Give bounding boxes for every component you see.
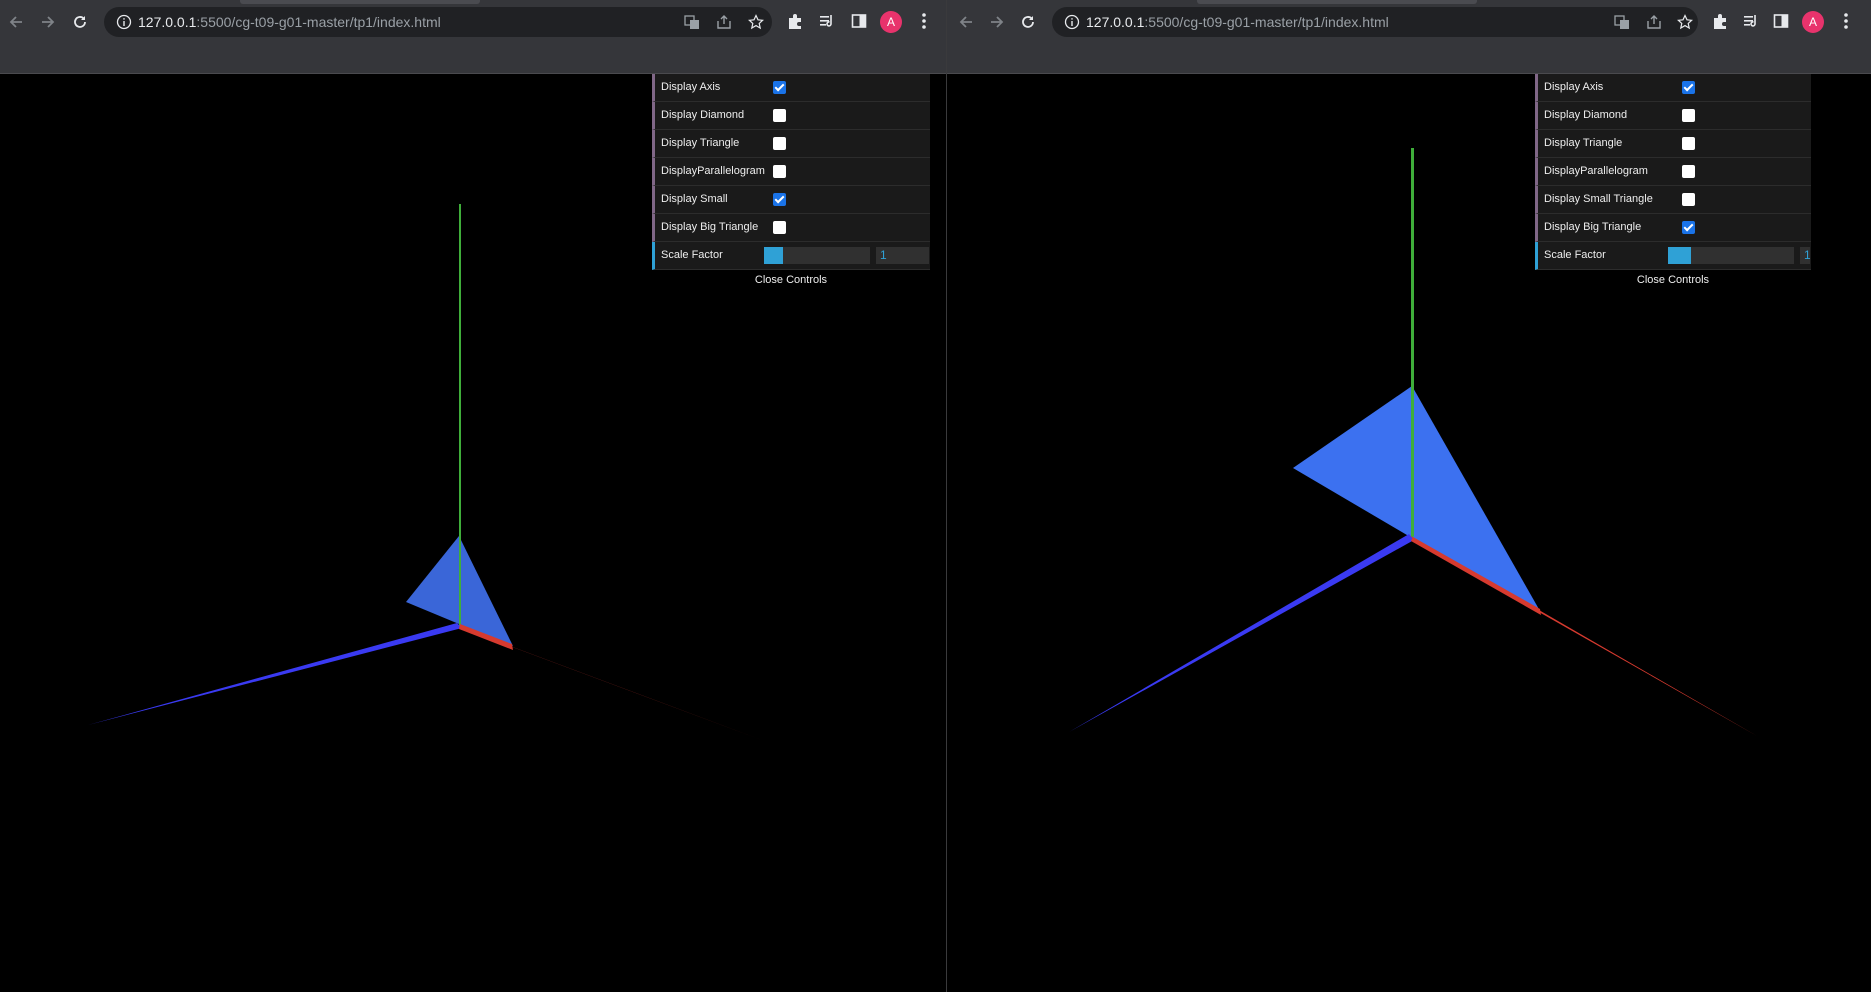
back-icon[interactable] (4, 10, 28, 34)
url-path: :5500/cg-t09-g01-master/tp1/index.html (196, 14, 441, 30)
control-row-display-parallelogram: DisplayParallelogram (1535, 158, 1811, 186)
control-label: Display Diamond (661, 109, 745, 121)
display-big-triangle-checkbox[interactable] (1682, 221, 1695, 234)
display-small-checkbox[interactable] (773, 193, 786, 206)
scale-factor-slider[interactable] (1668, 247, 1794, 264)
tab-strip-edge (240, 0, 480, 4)
control-row-display-triangle: Display Triangle (652, 130, 930, 158)
display-triangle-checkbox[interactable] (773, 137, 786, 150)
control-label: DisplayParallelogram (1544, 165, 1648, 177)
browser-toolbar: 127.0.0.1:5500/cg-t09-g01-master/tp1/ind… (0, 0, 946, 74)
star-icon[interactable] (1677, 14, 1693, 30)
scale-factor-slider[interactable] (764, 247, 870, 264)
control-label: DisplayParallelogram (661, 165, 765, 177)
share-icon[interactable] (716, 14, 732, 30)
y-axis (1411, 148, 1414, 539)
translate-icon[interactable] (684, 14, 700, 30)
reload-icon[interactable] (68, 10, 92, 34)
media-icon[interactable] (818, 12, 836, 30)
control-label: Scale Factor (661, 249, 723, 261)
big-triangle-shape (1293, 386, 1540, 611)
more-icon[interactable] (921, 12, 927, 30)
control-row-display-axis: Display Axis (1535, 74, 1811, 102)
control-label: Display Axis (1544, 81, 1604, 93)
url-host: 127.0.0.1 (1086, 14, 1145, 30)
info-icon[interactable] (116, 14, 132, 30)
close-controls-button[interactable]: Close Controls (652, 270, 930, 290)
media-icon[interactable] (1742, 12, 1760, 30)
controls-panel: Display Axis Display Diamond Display Tri… (652, 74, 930, 290)
forward-icon[interactable] (985, 10, 1009, 34)
slider-fill (764, 247, 784, 264)
back-icon[interactable] (954, 10, 978, 34)
url-host: 127.0.0.1 (138, 14, 197, 30)
address-bar[interactable]: 127.0.0.1:5500/cg-t09-g01-master/tp1/ind… (1052, 7, 1698, 37)
scale-factor-input[interactable]: 1 (876, 247, 929, 264)
control-label: Display Big Triangle (661, 221, 759, 233)
url-text: 127.0.0.1:5500/cg-t09-g01-master/tp1/ind… (138, 7, 441, 37)
avatar[interactable]: A (1802, 11, 1824, 33)
control-row-display-parallelogram: DisplayParallelogram (652, 158, 930, 186)
control-label: Display Small (661, 193, 728, 205)
control-label: Display Small Triangle (1544, 193, 1653, 205)
url-text: 127.0.0.1:5500/cg-t09-g01-master/tp1/ind… (1086, 7, 1389, 37)
side-panel-icon[interactable] (850, 12, 868, 30)
display-diamond-checkbox[interactable] (1682, 109, 1695, 122)
control-row-display-small-triangle: Display Small Triangle (1535, 186, 1811, 214)
slider-fill (1668, 247, 1691, 264)
control-label: Scale Factor (1544, 249, 1606, 261)
extensions-icon[interactable] (786, 12, 804, 30)
control-row-display-axis: Display Axis (652, 74, 930, 102)
avatar[interactable]: A (880, 11, 902, 33)
scale-factor-input[interactable]: 1 (1800, 247, 1810, 264)
controls-panel: Display Axis Display Diamond Display Tri… (1535, 74, 1811, 290)
side-panel-icon[interactable] (1772, 12, 1790, 30)
control-label: Display Diamond (1544, 109, 1628, 121)
control-label: Display Big Triangle (1544, 221, 1642, 233)
address-bar[interactable]: 127.0.0.1:5500/cg-t09-g01-master/tp1/ind… (104, 7, 772, 37)
close-controls-button[interactable]: Close Controls (1535, 270, 1811, 290)
control-row-scale-factor: Scale Factor 1 (652, 242, 930, 270)
star-icon[interactable] (748, 14, 764, 30)
control-row-display-big-triangle: Display Big Triangle (1535, 214, 1811, 242)
browser-toolbar: 127.0.0.1:5500/cg-t09-g01-master/tp1/ind… (947, 0, 1871, 74)
control-row-display-diamond: Display Diamond (1535, 102, 1811, 130)
display-parallelogram-checkbox[interactable] (1682, 165, 1695, 178)
z-axis (1069, 534, 1414, 732)
control-row-display-big-triangle: Display Big Triangle (652, 214, 930, 242)
extensions-icon[interactable] (1711, 12, 1729, 30)
control-row-display-triangle: Display Triangle (1535, 130, 1811, 158)
display-parallelogram-checkbox[interactable] (773, 165, 786, 178)
display-triangle-checkbox[interactable] (1682, 137, 1695, 150)
browser-window-right: 127.0.0.1:5500/cg-t09-g01-master/tp1/ind… (947, 0, 1871, 992)
display-axis-checkbox[interactable] (773, 81, 786, 94)
browser-window-left: 127.0.0.1:5500/cg-t09-g01-master/tp1/ind… (0, 0, 946, 992)
display-small-triangle-checkbox[interactable] (1682, 193, 1695, 206)
url-path: :5500/cg-t09-g01-master/tp1/index.html (1144, 14, 1389, 30)
y-axis (459, 204, 461, 629)
translate-icon[interactable] (1614, 14, 1630, 30)
control-label: Display Triangle (1544, 137, 1623, 149)
control-row-scale-factor: Scale Factor 1 (1535, 242, 1811, 270)
display-big-triangle-checkbox[interactable] (773, 221, 786, 234)
control-row-display-small: Display Small (652, 186, 930, 214)
display-diamond-checkbox[interactable] (773, 109, 786, 122)
share-icon[interactable] (1646, 14, 1662, 30)
z-axis (88, 623, 462, 725)
reload-icon[interactable] (1016, 10, 1040, 34)
control-label: Display Triangle (661, 137, 740, 149)
forward-icon[interactable] (36, 10, 60, 34)
tab-strip-edge (1197, 0, 1477, 4)
more-icon[interactable] (1843, 12, 1849, 30)
info-icon[interactable] (1064, 14, 1080, 30)
display-axis-checkbox[interactable] (1682, 81, 1695, 94)
control-row-display-diamond: Display Diamond (652, 102, 930, 130)
control-label: Display Axis (661, 81, 721, 93)
